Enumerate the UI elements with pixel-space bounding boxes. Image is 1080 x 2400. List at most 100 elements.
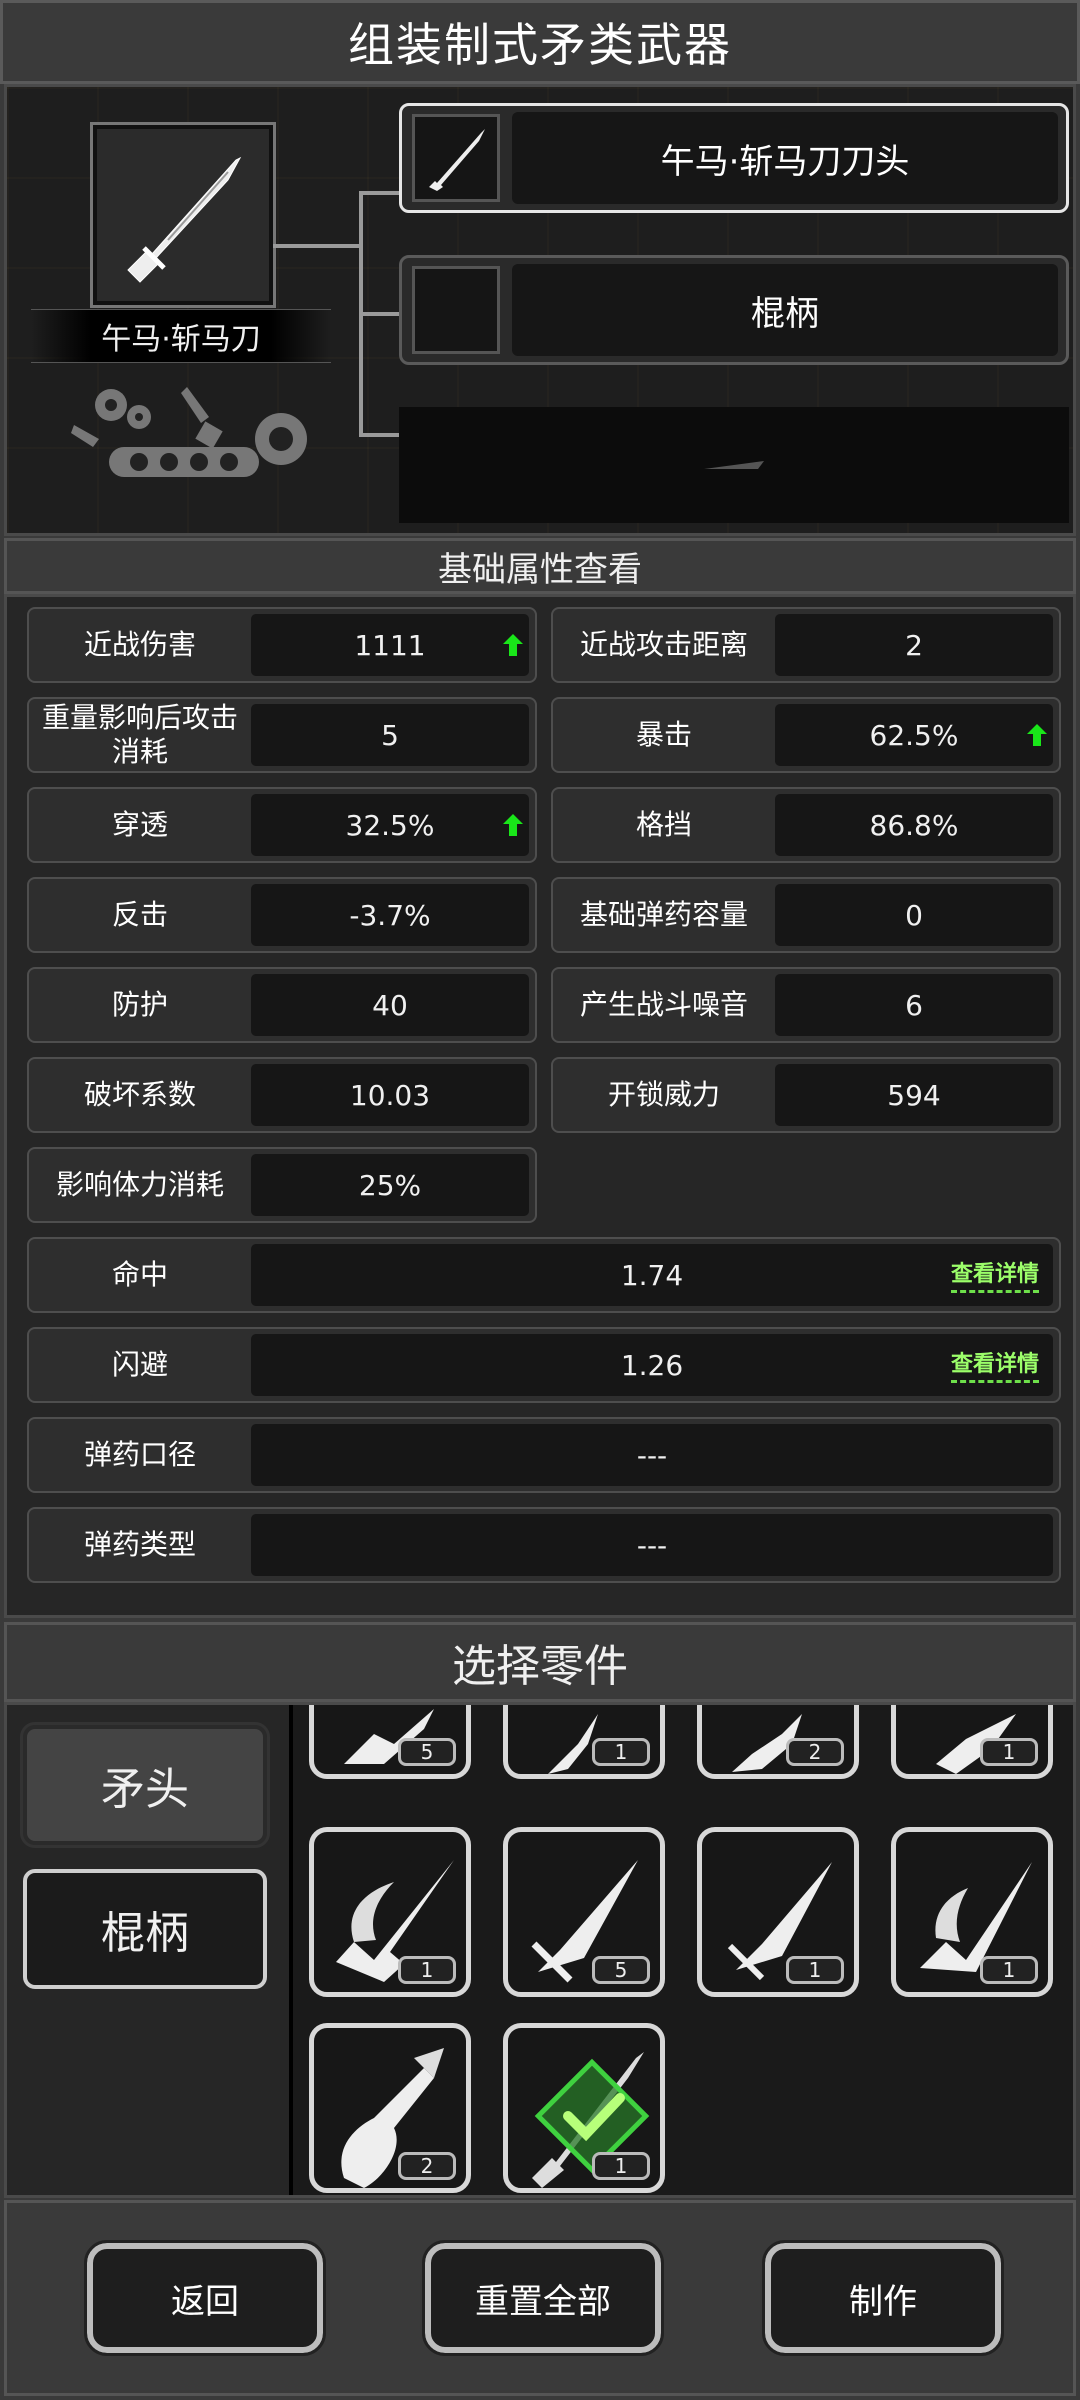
item-count: 2 — [398, 2152, 456, 2180]
part-item[interactable]: 2 — [309, 2023, 471, 2193]
connector-line — [359, 433, 403, 437]
attributes-header: 基础属性查看 — [4, 538, 1076, 594]
footer-bar: 返回 重置全部 制作 — [4, 2200, 1076, 2396]
arrow-up-icon — [503, 814, 523, 836]
stat-label: 命中 — [111, 1258, 168, 1291]
stat-value-text: 32.5% — [345, 808, 435, 842]
stat-melee-range: 近战攻击距离 2 — [551, 607, 1061, 683]
stat-value: 10.03 — [251, 1064, 529, 1126]
stat-value: --- — [251, 1424, 1053, 1486]
stat-attack-cost: 重量影响后攻击消耗 5 — [27, 697, 537, 773]
stat-hit: 命中 1.74 查看详情 — [27, 1237, 1061, 1313]
stat-label: 弹药类型 — [83, 1528, 196, 1561]
part-item[interactable]: 1 — [891, 1827, 1053, 1997]
part-slot-handle[interactable]: 棍柄 — [399, 255, 1069, 365]
stat-value-text: 10.03 — [349, 1078, 431, 1112]
part-item-selected[interactable]: 1 — [503, 2023, 665, 2193]
stat-label: 产生战斗噪音 — [579, 988, 748, 1021]
part-item[interactable]: 1 — [309, 1827, 471, 1997]
stat-value-text: 25% — [358, 1168, 422, 1202]
stat-value: 594 — [775, 1064, 1053, 1126]
item-count: 1 — [786, 1956, 844, 1984]
stat-label: 基础弹药容量 — [579, 898, 748, 931]
stat-value: 1111 — [251, 614, 529, 676]
stat-value-text: 1111 — [354, 628, 426, 662]
item-count: 5 — [398, 1738, 456, 1766]
stat-label: 反击 — [111, 898, 168, 931]
item-count: 1 — [398, 1956, 456, 1984]
stat-value: -3.7% — [251, 884, 529, 946]
stat-value: 25% — [251, 1154, 529, 1216]
connector-line — [359, 312, 403, 316]
stat-crit: 暴击 62.5% — [551, 697, 1061, 773]
stat-label: 破坏系数 — [83, 1078, 196, 1111]
stat-label: 近战攻击距离 — [579, 628, 748, 661]
part-item[interactable]: 2 — [697, 1705, 859, 1779]
view-details-link[interactable]: 查看详情 — [950, 1256, 1039, 1293]
stat-value: 1.26 查看详情 — [251, 1334, 1053, 1396]
part-slot-label: 午马·斩马刀刀头 — [512, 112, 1058, 204]
stat-value: 5 — [251, 704, 529, 766]
part-slot-label: 棍柄 — [512, 264, 1058, 356]
page-title: 组装制式矛类武器 — [348, 18, 732, 72]
stat-protection: 防护 40 — [27, 967, 537, 1043]
stat-ammo-capacity: 基础弹药容量 0 — [551, 877, 1061, 953]
grid-divider — [289, 1705, 293, 2195]
back-button[interactable]: 返回 — [84, 2240, 326, 2356]
stat-value-text: 86.8% — [869, 808, 959, 842]
stat-value-text: -3.7% — [349, 898, 431, 932]
stat-value-text: 594 — [887, 1078, 941, 1112]
stat-destruction: 破坏系数 10.03 — [27, 1057, 537, 1133]
saber-icon — [127, 156, 242, 283]
stat-value-text: 0 — [905, 898, 923, 932]
stat-value-text: 1.26 — [620, 1348, 684, 1382]
arrow-up-icon — [1027, 724, 1047, 746]
part-item[interactable]: 5 — [503, 1827, 665, 1997]
stat-label: 重量影响后攻击消耗 — [41, 701, 238, 768]
weapon-preview — [90, 122, 276, 308]
stat-value: 1.74 查看详情 — [251, 1244, 1053, 1306]
stat-label: 防护 — [111, 988, 168, 1021]
stat-lockpick: 开锁威力 594 — [551, 1057, 1061, 1133]
stat-value: 6 — [775, 974, 1053, 1036]
part-item[interactable]: 1 — [503, 1705, 665, 1779]
dash-icon — [704, 461, 764, 469]
selection-panel: 矛头 棍柄 5 1 2 1 1 5 1 1 2 1 — [4, 1702, 1076, 2198]
part-item[interactable]: 1 — [697, 1827, 859, 1997]
stat-value: 40 — [251, 974, 529, 1036]
item-count: 2 — [786, 1738, 844, 1766]
item-count: 1 — [592, 2152, 650, 2180]
stat-value: 62.5% — [775, 704, 1053, 766]
stat-value: 32.5% — [251, 794, 529, 856]
category-column: 矛头 棍柄 — [7, 1705, 289, 2195]
blade-icon — [429, 129, 485, 191]
view-details-link[interactable]: 查看详情 — [950, 1346, 1039, 1383]
part-item[interactable]: 5 — [309, 1705, 471, 1779]
reset-all-button[interactable]: 重置全部 — [422, 2240, 664, 2356]
stat-block: 格挡 86.8% — [551, 787, 1061, 863]
stat-ammo-caliber: 弹药口径 --- — [27, 1417, 1061, 1493]
item-count: 1 — [980, 1956, 1038, 1984]
part-slot-blade[interactable]: 午马·斩马刀刀头 — [399, 103, 1069, 213]
stat-value-text: --- — [636, 1438, 668, 1472]
stat-value-text: 62.5% — [869, 718, 959, 752]
stat-value-text: 40 — [372, 988, 408, 1022]
part-slot-icon-empty — [412, 266, 500, 354]
part-item[interactable]: 1 — [891, 1705, 1053, 1779]
category-spearhead[interactable]: 矛头 — [20, 1722, 270, 1848]
stat-value-text: 1.74 — [620, 1258, 684, 1292]
craft-button[interactable]: 制作 — [762, 2240, 1004, 2356]
stat-value-text: 5 — [381, 718, 399, 752]
connector-line — [273, 244, 361, 248]
weapon-name: 午马·斩马刀 — [31, 309, 331, 363]
stat-ammo-type: 弹药类型 --- — [27, 1507, 1061, 1583]
stat-counter: 反击 -3.7% — [27, 877, 537, 953]
gears-icon — [71, 387, 307, 477]
stat-label: 弹药口径 — [83, 1438, 196, 1471]
category-handle[interactable]: 棍柄 — [23, 1869, 267, 1989]
stat-melee-damage: 近战伤害 1111 — [27, 607, 537, 683]
connector-line — [359, 191, 403, 195]
stat-label: 闪避 — [111, 1348, 168, 1381]
stat-label: 近战伤害 — [83, 628, 196, 661]
stat-value: --- — [251, 1514, 1053, 1576]
